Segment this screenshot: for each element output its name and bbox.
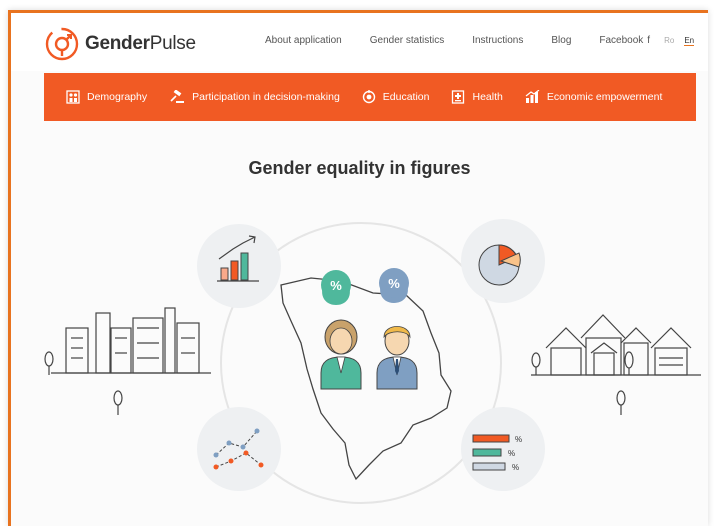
category-label: Health — [472, 91, 503, 103]
gender-pulse-logo-icon — [45, 27, 79, 61]
hero-illustration: % % % % % — [44, 219, 701, 504]
percent-label: % — [330, 278, 342, 293]
health-icon — [452, 90, 465, 104]
man-avatar-icon — [376, 326, 418, 390]
facebook-icon: f — [647, 35, 651, 46]
category-education[interactable]: Education — [362, 90, 430, 104]
app-frame: GenderPulse About application Gender sta… — [8, 10, 708, 526]
logo[interactable]: GenderPulse — [45, 27, 196, 61]
bar-percent-1: % — [515, 435, 522, 444]
map-outline-icon — [280, 277, 452, 481]
category-economic-empowerment[interactable]: Economic empowerment — [525, 90, 663, 104]
category-demography[interactable]: Demography — [66, 90, 147, 104]
icon-circle — [197, 224, 281, 308]
category-health[interactable]: Health — [451, 90, 503, 104]
percent-label: % — [388, 276, 400, 291]
houses-icon — [531, 314, 701, 415]
horizontal-bars-icon: % % % — [472, 434, 522, 472]
nav-gender-statistics[interactable]: Gender statistics — [370, 35, 444, 46]
icon-circle — [197, 407, 281, 491]
nav-blog[interactable]: Blog — [551, 35, 571, 46]
category-participation[interactable]: Participation in decision-making — [169, 90, 340, 104]
category-label: Economic empowerment — [546, 91, 663, 103]
gavel-icon — [170, 90, 185, 103]
lang-en[interactable]: En — [684, 36, 695, 46]
city-skyline-icon — [44, 307, 211, 415]
education-icon — [362, 90, 375, 104]
category-label: Demography — [87, 91, 148, 103]
percent-marker-blue: % — [379, 268, 409, 303]
page-title: Gender equality in figures — [248, 158, 471, 178]
percent-marker-teal: % — [321, 270, 351, 305]
category-label: Education — [382, 91, 430, 103]
nav-about[interactable]: About application — [265, 35, 342, 46]
category-label: Participation in decision-making — [192, 91, 340, 103]
woman-avatar-icon — [320, 319, 362, 390]
bar-percent-3: % — [512, 463, 519, 472]
nav-instructions[interactable]: Instructions — [472, 35, 523, 46]
category-bar: Demography Participation in decision-mak… — [44, 73, 696, 121]
top-navigation: About application Gender statistics Inst… — [265, 35, 695, 46]
site-header: GenderPulse About application Gender sta… — [11, 13, 708, 71]
brand-name: GenderPulse — [85, 33, 196, 54]
lang-ro[interactable]: Ro — [664, 36, 674, 45]
bar-percent-2: % — [508, 449, 515, 458]
language-switcher: Ro En — [654, 35, 695, 46]
nav-facebook[interactable]: Facebook f — [599, 35, 650, 46]
demography-icon — [66, 90, 80, 104]
economy-icon — [525, 90, 540, 103]
